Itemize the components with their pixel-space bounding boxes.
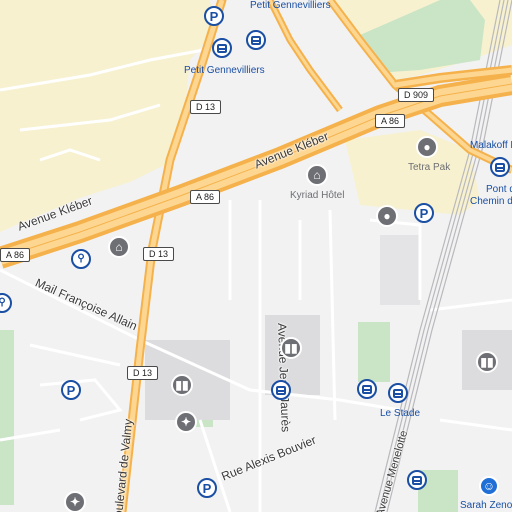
road-shield-d13-top: D 13 [190, 100, 222, 114]
place-label-tetra-pak: Tetra Pak [408, 162, 451, 173]
pin-glyph: ● [383, 209, 391, 223]
pin-icon[interactable]: ● [416, 136, 438, 158]
building-glyph: ▮▮ [480, 355, 494, 369]
parking-icon[interactable]: P [61, 380, 81, 400]
place-label-sarah-zenou: Sarah Zenou [460, 500, 512, 511]
sport-glyph: ✦ [69, 495, 81, 509]
building-icon[interactable]: ▮▮ [476, 351, 498, 373]
bus-stop-icon[interactable] [407, 470, 427, 490]
place-label-pont-line2: Chemin d [470, 196, 512, 207]
train-glyph [393, 388, 403, 398]
bike-station-icon[interactable]: ⚲ [71, 249, 91, 269]
place-label-le-stade: Le Stade [380, 408, 421, 419]
bus-stop-icon[interactable] [271, 380, 291, 400]
hotel-icon[interactable]: ⌂ [306, 164, 328, 186]
bus-stop-icon[interactable] [246, 30, 266, 50]
road-shield-d13-low: D 13 [127, 366, 159, 380]
parking-icon[interactable]: P [414, 203, 434, 223]
green-area-west [0, 330, 14, 505]
place-label-malakoff: Malakoff M [470, 140, 512, 151]
parking-letter: P [202, 480, 212, 496]
hotel-glyph: ⌂ [115, 240, 123, 254]
person-icon[interactable]: ☺ [479, 476, 499, 496]
building-block-4 [380, 235, 420, 305]
road-shield-a86-left: A 86 [0, 248, 31, 262]
place-label-petit-gennevilliers-station: Petit Gennevilliers [184, 65, 265, 76]
bus-glyph [217, 43, 227, 53]
parking-icon[interactable]: P [204, 6, 224, 26]
place-label-kyriad-hotel: Kyriad Hôtel [290, 190, 345, 201]
green-area-stade [358, 322, 390, 382]
bus-glyph [276, 385, 286, 395]
bus-stop-icon[interactable] [212, 38, 232, 58]
sport-icon[interactable]: ✦ [64, 491, 86, 512]
person-glyph: ☺ [482, 479, 496, 493]
parking-icon[interactable]: P [197, 478, 217, 498]
parking-letter: P [66, 382, 76, 398]
building-icon[interactable]: ▮▮ [171, 374, 193, 396]
bus-glyph [412, 475, 422, 485]
road-shield-d909: D 909 [398, 88, 435, 102]
place-label-petit-gennevilliers-top: Petit Gennevilliers [250, 0, 331, 11]
bus-glyph [251, 35, 261, 45]
bike-glyph: ⚲ [0, 297, 6, 308]
train-station-icon[interactable] [388, 383, 408, 403]
place-label-pont-line1: Pont d [486, 184, 512, 195]
pin-icon[interactable]: ● [376, 205, 398, 227]
building-glyph: ▮▮ [284, 341, 298, 355]
bus-stop-icon[interactable] [490, 157, 510, 177]
bike-glyph: ⚲ [77, 253, 85, 264]
bus-stop-icon[interactable] [357, 379, 377, 399]
bus-glyph [495, 162, 505, 172]
parking-letter: P [419, 205, 429, 221]
hotel-icon[interactable]: ⌂ [108, 236, 130, 258]
building-glyph: ▮▮ [175, 378, 189, 392]
sport-glyph: ✦ [180, 415, 192, 429]
map-canvas[interactable]: D 909 A 86 D 13 A 86 A 86 D 13 D 13 Aven… [0, 0, 512, 512]
building-icon[interactable]: ▮▮ [280, 337, 302, 359]
bus-glyph [362, 384, 372, 394]
road-shield-a86-right: A 86 [375, 114, 406, 128]
pin-glyph: ● [423, 140, 431, 154]
sport-icon[interactable]: ✦ [175, 411, 197, 433]
hotel-glyph: ⌂ [313, 168, 321, 182]
road-shield-a86-mid: A 86 [190, 190, 221, 204]
parking-letter: P [209, 8, 219, 24]
road-shield-d13-mid: D 13 [143, 247, 175, 261]
